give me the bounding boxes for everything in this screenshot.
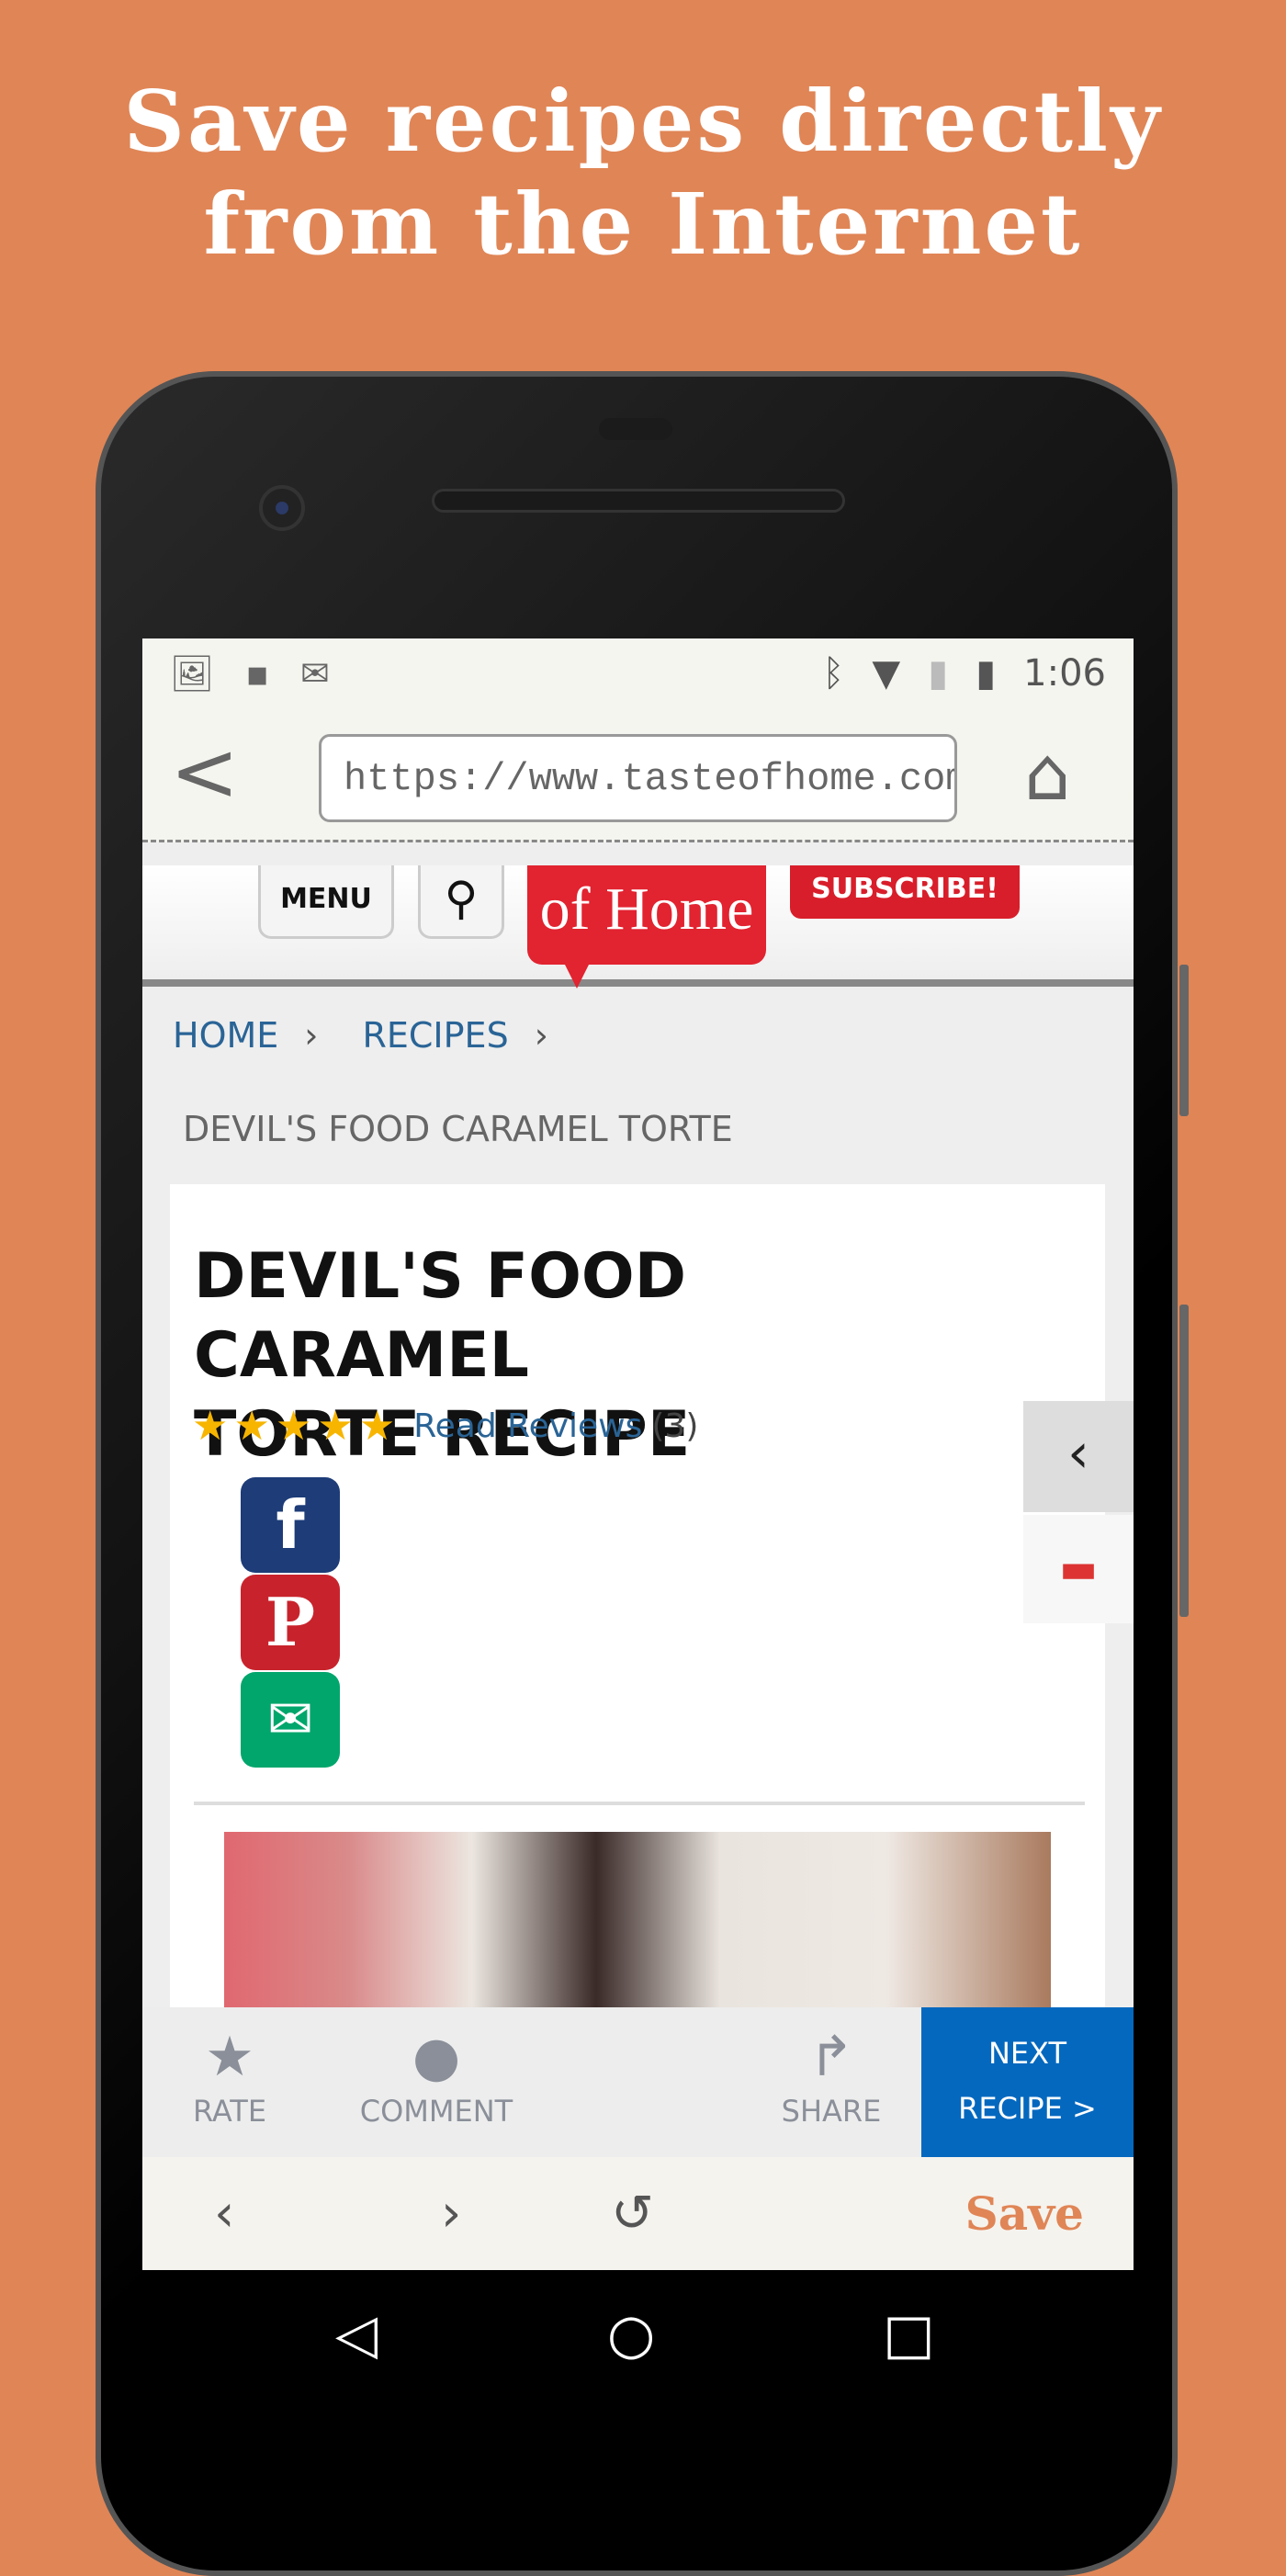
pot-icon[interactable]: ▬ bbox=[1023, 1515, 1134, 1623]
headline-line-2: from the Internet bbox=[203, 175, 1083, 274]
star-icon: ★ bbox=[358, 1403, 396, 1450]
star-icon: ★ bbox=[205, 2025, 254, 2089]
recipe-photo bbox=[224, 1832, 1051, 2016]
menu-button[interactable]: MENU bbox=[258, 865, 394, 939]
pinterest-icon[interactable]: P bbox=[241, 1575, 340, 1670]
recipe-card: DEVIL'S FOOD CARAMEL TORTE RECIPE ★ ★ ★ ★ ★ … bbox=[170, 1184, 1105, 2016]
next-recipe-button[interactable]: NEXT RECIPE > bbox=[921, 2007, 1134, 2157]
recipe-label: RECIPE > bbox=[958, 2091, 1097, 2126]
star-icon: ★ bbox=[275, 1403, 312, 1450]
image-icon: 🖼 bbox=[170, 652, 215, 694]
url-input[interactable]: https://www.tasteofhome.com bbox=[319, 734, 957, 822]
subscribe-button[interactable]: SUBSCRIBE! bbox=[790, 865, 1020, 919]
reload-icon[interactable]: ↺ bbox=[611, 2157, 654, 2270]
wifi-icon: ▼ bbox=[872, 652, 901, 695]
volume-button bbox=[1179, 965, 1189, 1116]
bluetooth-icon: ᛒ bbox=[822, 652, 845, 695]
nav-home-icon[interactable]: ○ bbox=[607, 2270, 655, 2399]
rating: ★ ★ ★ ★ ★ Read Reviews (3) bbox=[192, 1403, 698, 1450]
status-time: 1:06 bbox=[1023, 652, 1106, 695]
power-button bbox=[1179, 1305, 1189, 1617]
star-icon: ★ bbox=[192, 1403, 229, 1450]
speaker bbox=[432, 489, 845, 513]
screen: 🖼 ▪ ✉ ᛒ ▼ ▮ ▮ 1:06 < https://www.tasteof… bbox=[142, 638, 1134, 2270]
nav-back-icon[interactable]: ◁ bbox=[335, 2270, 378, 2399]
share-icon: ↱ bbox=[807, 2025, 855, 2089]
rate-label: RATE bbox=[192, 2094, 267, 2129]
home-icon[interactable]: ⌂ bbox=[1024, 729, 1071, 820]
facebook-icon[interactable]: f bbox=[241, 1477, 340, 1573]
star-icon: ★ bbox=[317, 1403, 354, 1450]
back-chevron-icon[interactable]: < bbox=[170, 727, 239, 819]
chevron-right-icon: › bbox=[534, 1015, 548, 1056]
rate-button[interactable]: ★ RATE bbox=[179, 2007, 280, 2157]
next-label: NEXT bbox=[987, 2036, 1067, 2071]
no-sim-icon: ▮ bbox=[928, 652, 949, 695]
nav-recents-icon[interactable]: □ bbox=[883, 2270, 935, 2399]
taste-of-home-logo[interactable]: of Home bbox=[527, 865, 766, 989]
camera bbox=[259, 485, 305, 531]
android-icon: ▪ bbox=[245, 653, 270, 694]
chevron-right-icon: › bbox=[304, 1015, 319, 1056]
sensor bbox=[599, 418, 672, 440]
breadcrumb: HOME › RECIPES › bbox=[173, 1015, 548, 1056]
email-icon[interactable]: ✉ bbox=[241, 1672, 340, 1768]
headline: Save recipes directly from the Internet bbox=[0, 70, 1286, 276]
reviews-count: (3) bbox=[651, 1407, 699, 1445]
star-icon: ★ bbox=[233, 1403, 270, 1450]
read-reviews-link[interactable]: Read Reviews bbox=[413, 1407, 642, 1445]
comment-button[interactable]: ● COMMENT bbox=[344, 2007, 528, 2157]
comment-label: COMMENT bbox=[359, 2094, 513, 2129]
back-icon[interactable]: ‹ bbox=[214, 2157, 234, 2270]
collapse-panel-chevron-icon[interactable]: ‹ bbox=[1023, 1401, 1134, 1512]
share-button[interactable]: ↱ SHARE bbox=[776, 2007, 886, 2157]
breadcrumb-home[interactable]: HOME bbox=[173, 1015, 278, 1056]
forward-icon[interactable]: › bbox=[441, 2157, 461, 2270]
comment-icon: ● bbox=[412, 2025, 461, 2089]
browser-toolbar: ‹ › ↺ Save bbox=[142, 2157, 1134, 2270]
share-label: SHARE bbox=[781, 2094, 882, 2129]
search-icon[interactable]: ⚲ bbox=[418, 865, 504, 939]
gmail-icon: ✉ bbox=[300, 653, 330, 694]
browser-url-bar: < https://www.tasteofhome.com ⌂ bbox=[142, 708, 1134, 842]
battery-icon: ▮ bbox=[976, 652, 997, 695]
android-nav-bar: ◁ ○ □ bbox=[142, 2270, 1134, 2425]
recipe-title-line-1: DEVIL'S FOOD CARAMEL bbox=[194, 1240, 687, 1392]
recipe-action-bar: ★ RATE ● COMMENT ↱ SHARE NEXT RECIPE > bbox=[142, 2007, 1134, 2157]
divider bbox=[194, 1802, 1085, 1805]
status-bar: 🖼 ▪ ✉ ᛒ ▼ ▮ ▮ 1:06 bbox=[142, 638, 1134, 708]
site-header: MENU ⚲ of Home SUBSCRIBE! bbox=[142, 865, 1134, 989]
breadcrumb-recipes[interactable]: RECIPES bbox=[362, 1015, 508, 1056]
headline-line-1: Save recipes directly bbox=[123, 72, 1163, 171]
current-page-crumb: DEVIL'S FOOD CARAMEL TORTE bbox=[183, 1109, 733, 1149]
save-button[interactable]: Save bbox=[965, 2157, 1084, 2270]
